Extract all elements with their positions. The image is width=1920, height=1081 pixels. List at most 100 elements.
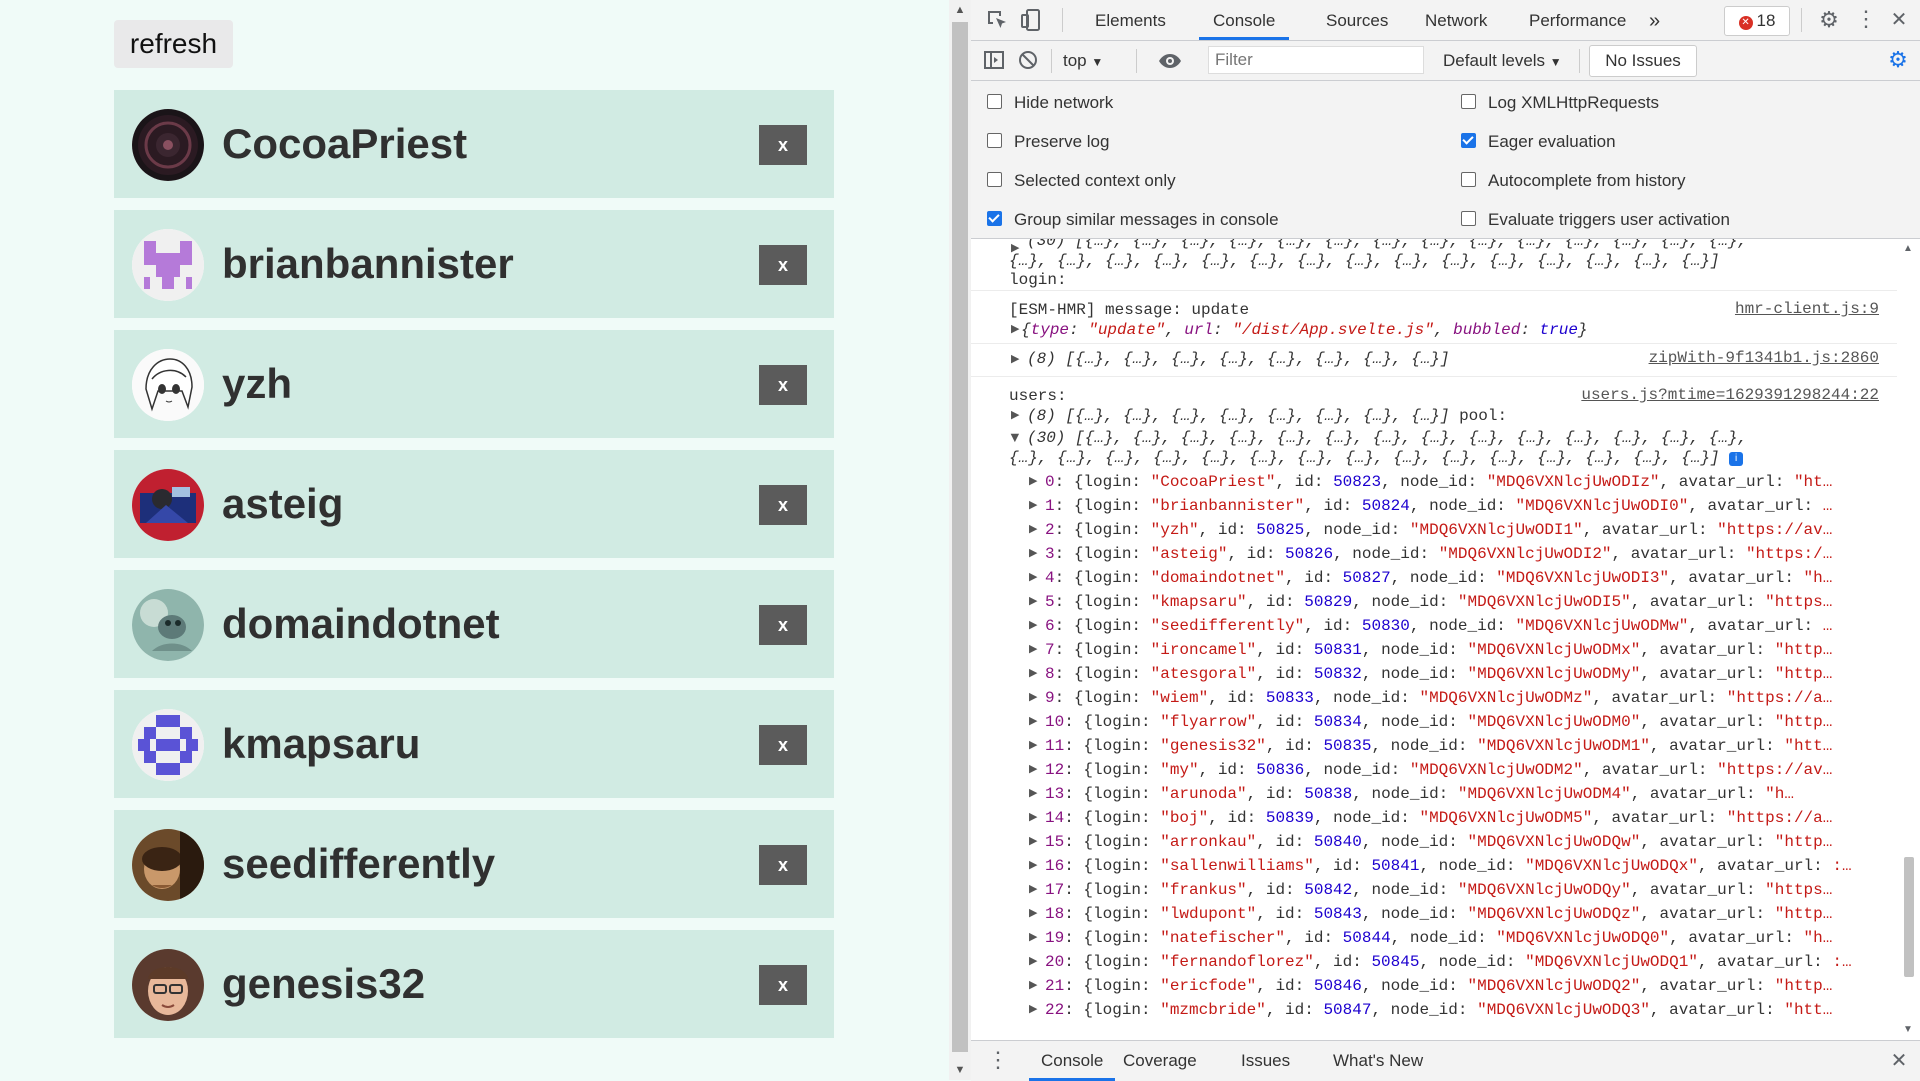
array-item-row[interactable]: 18: {login: "lwdupont", id: 50843, node_… [1045,904,1832,924]
scroll-down-arrow-icon[interactable]: ▼ [1901,1024,1915,1035]
source-link[interactable]: zipWith-9f1341b1.js:2860 [1649,349,1879,367]
collapse-triangle-icon[interactable]: ▶ [1008,434,1022,442]
setting-option[interactable]: Preserve log [987,130,1407,154]
expand-triangle-icon[interactable]: ▶ [1029,810,1037,824]
drawer-tab-coverage[interactable]: Coverage [1123,1041,1197,1081]
checkbox[interactable] [1461,172,1476,187]
checkbox[interactable] [987,94,1002,109]
source-link[interactable]: users.js?mtime=1629391298244:22 [1581,386,1879,404]
array-item-row[interactable]: 0: {login: "CocoaPriest", id: 50823, nod… [1045,472,1832,492]
expand-triangle-icon[interactable]: ▶ [1029,930,1037,944]
tab-performance[interactable]: Performance [1515,0,1640,40]
setting-option[interactable]: Group similar messages in console [987,208,1407,232]
array-item-row[interactable]: 22: {login: "mzmcbride", id: 50847, node… [1045,1000,1832,1020]
expand-triangle-icon[interactable]: ▶ [1029,690,1037,704]
close-drawer-icon[interactable]: ✕ [1887,1049,1911,1073]
checkbox[interactable] [987,133,1002,148]
scroll-up-arrow-icon[interactable]: ▲ [949,0,971,20]
expand-triangle-icon[interactable]: ▶ [1011,322,1019,336]
expand-triangle-icon[interactable]: ▶ [1011,408,1019,422]
expand-triangle-icon[interactable]: ▶ [1029,546,1037,560]
array-item-row[interactable]: 10: {login: "flyarrow", id: 50834, node_… [1045,712,1832,732]
expand-triangle-icon[interactable]: ▶ [1029,762,1037,776]
array-item-row[interactable]: 15: {login: "arronkau", id: 50840, node_… [1045,832,1832,852]
setting-option[interactable]: Eager evaluation [1461,130,1881,154]
error-count-badge[interactable]: ✕ 18 [1724,6,1790,36]
remove-user-button[interactable]: x [759,485,807,525]
array-item-row[interactable]: 13: {login: "arunoda", id: 50838, node_i… [1045,784,1794,804]
array-item-row[interactable]: 9: {login: "wiem", id: 50833, node_id: "… [1045,688,1832,708]
expand-triangle-icon[interactable]: ▶ [1029,906,1037,920]
gear-icon[interactable]: ⚙ [1817,8,1841,32]
expand-triangle-icon[interactable]: ▶ [1029,714,1037,728]
expand-triangle-icon[interactable]: ▶ [1029,594,1037,608]
expand-triangle-icon[interactable]: ▶ [1029,570,1037,584]
scroll-up-arrow-icon[interactable]: ▲ [1901,243,1915,254]
tab-elements[interactable]: Elements [1081,0,1180,40]
array-item-row[interactable]: 19: {login: "natefischer", id: 50844, no… [1045,928,1832,948]
drawer-tab-whats-new[interactable]: What's New [1333,1041,1423,1081]
expand-triangle-icon[interactable]: ▶ [1029,666,1037,680]
more-tabs-button[interactable]: » [1635,0,1674,40]
drawer-tab-console[interactable]: Console [1029,1041,1116,1081]
array-item-row[interactable]: 21: {login: "ericfode", id: 50846, node_… [1045,976,1832,996]
expand-triangle-icon[interactable]: ▶ [1029,498,1037,512]
checkbox[interactable] [1461,133,1476,148]
array-item-row[interactable]: 7: {login: "ironcamel", id: 50831, node_… [1045,640,1832,660]
array-item-row[interactable]: 8: {login: "atesgoral", id: 50832, node_… [1045,664,1832,684]
setting-option[interactable]: Hide network [987,91,1407,115]
setting-option[interactable]: Autocomplete from history [1461,169,1881,193]
expand-triangle-icon[interactable]: ▶ [1029,1002,1037,1016]
close-icon[interactable]: ✕ [1887,8,1911,32]
array-item-row[interactable]: 16: {login: "sallenwilliams", id: 50841,… [1045,856,1852,876]
refresh-button[interactable]: refresh [114,20,233,68]
expand-triangle-icon[interactable]: ▶ [1029,618,1037,632]
expand-triangle-icon[interactable]: ▶ [1029,978,1037,992]
clear-console-icon[interactable] [1017,49,1039,71]
expand-triangle-icon[interactable]: ▶ [1029,738,1037,752]
scrollbar-thumb[interactable] [1904,857,1914,977]
inspect-element-icon[interactable] [985,8,1009,32]
remove-user-button[interactable]: x [759,125,807,165]
setting-option[interactable]: Evaluate triggers user activation [1461,208,1881,232]
expand-triangle-icon[interactable]: ▶ [1011,352,1019,366]
eye-icon[interactable] [1157,50,1183,72]
array-item-row[interactable]: 3: {login: "asteig", id: 50826, node_id:… [1045,544,1832,564]
remove-user-button[interactable]: x [759,605,807,645]
array-item-row[interactable]: 17: {login: "frankus", id: 50842, node_i… [1045,880,1832,900]
log-levels-dropdown[interactable]: Default levels ▼ [1443,41,1562,80]
array-item-row[interactable]: 6: {login: "seedifferently", id: 50830, … [1045,616,1832,636]
array-item-row[interactable]: 20: {login: "fernandoflorez", id: 50845,… [1045,952,1852,972]
array-item-row[interactable]: 2: {login: "yzh", id: 50825, node_id: "M… [1045,520,1832,540]
expand-triangle-icon[interactable]: ▶ [1029,786,1037,800]
more-options-icon[interactable]: ⋮ [1855,8,1877,32]
array-item-row[interactable]: 11: {login: "genesis32", id: 50835, node… [1045,736,1832,756]
checkbox[interactable] [987,172,1002,187]
array-item-row[interactable]: 14: {login: "boj", id: 50839, node_id: "… [1045,808,1832,828]
setting-option[interactable]: Log XMLHttpRequests [1461,91,1881,115]
scroll-down-arrow-icon[interactable]: ▼ [949,1060,971,1080]
sidebar-toggle-icon[interactable] [983,49,1005,71]
drawer-tab-issues[interactable]: Issues [1241,1041,1290,1081]
array-item-row[interactable]: 1: {login: "brianbannister", id: 50824, … [1045,496,1832,516]
tab-network[interactable]: Network [1411,0,1501,40]
setting-option[interactable]: Selected context only [987,169,1407,193]
remove-user-button[interactable]: x [759,365,807,405]
remove-user-button[interactable]: x [759,845,807,885]
page-scrollbar[interactable]: ▲ ▼ [949,0,971,1080]
tab-sources[interactable]: Sources [1312,0,1402,40]
info-icon[interactable]: i [1729,452,1744,466]
remove-user-button[interactable]: x [759,725,807,765]
expand-triangle-icon[interactable]: ▶ [1029,882,1037,896]
remove-user-button[interactable]: x [759,965,807,1005]
checkbox[interactable] [1461,211,1476,226]
checkbox[interactable] [987,211,1002,226]
expand-triangle-icon[interactable]: ▶ [1029,474,1037,488]
array-item-row[interactable]: 5: {login: "kmapsaru", id: 50829, node_i… [1045,592,1832,612]
expand-triangle-icon[interactable]: ▶ [1029,858,1037,872]
console-scrollbar[interactable]: ▲ ▼ [1897,239,1920,1039]
drawer-menu-icon[interactable]: ⋮ [987,1049,1009,1073]
source-link[interactable]: hmr-client.js:9 [1735,300,1879,318]
scrollbar-thumb[interactable] [952,22,968,1052]
tab-console[interactable]: Console [1199,0,1290,40]
